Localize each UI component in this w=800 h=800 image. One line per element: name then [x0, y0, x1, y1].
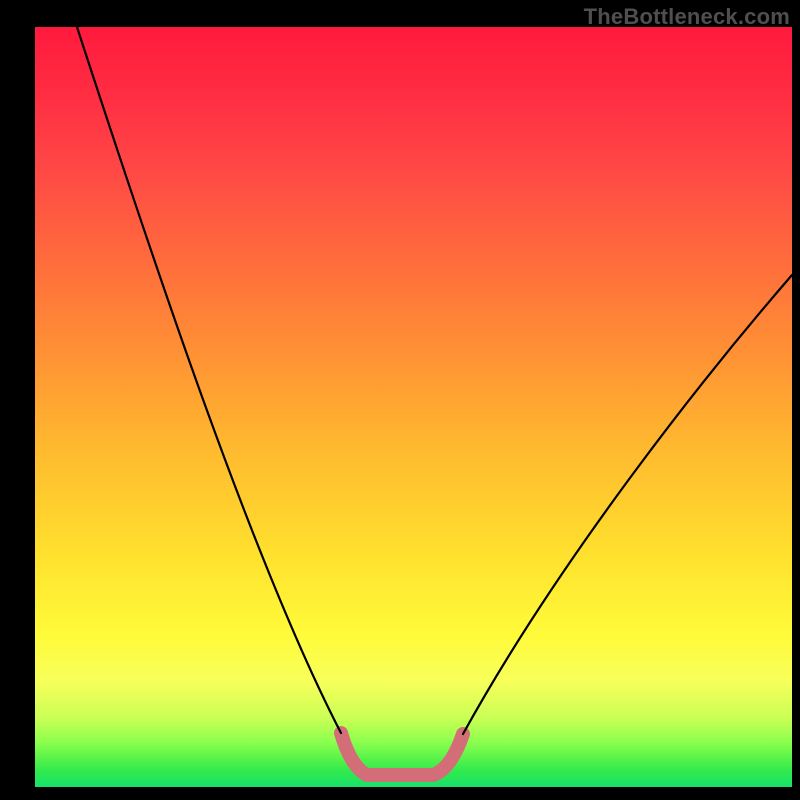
watermark-text: TheBottleneck.com — [584, 4, 790, 30]
chart-svg — [35, 27, 792, 787]
curve-left-branch — [77, 27, 341, 733]
plot-area — [35, 27, 792, 787]
outer-frame: TheBottleneck.com — [0, 0, 800, 800]
flat-bottom-highlight — [341, 733, 463, 775]
curve-right-branch — [463, 275, 792, 734]
